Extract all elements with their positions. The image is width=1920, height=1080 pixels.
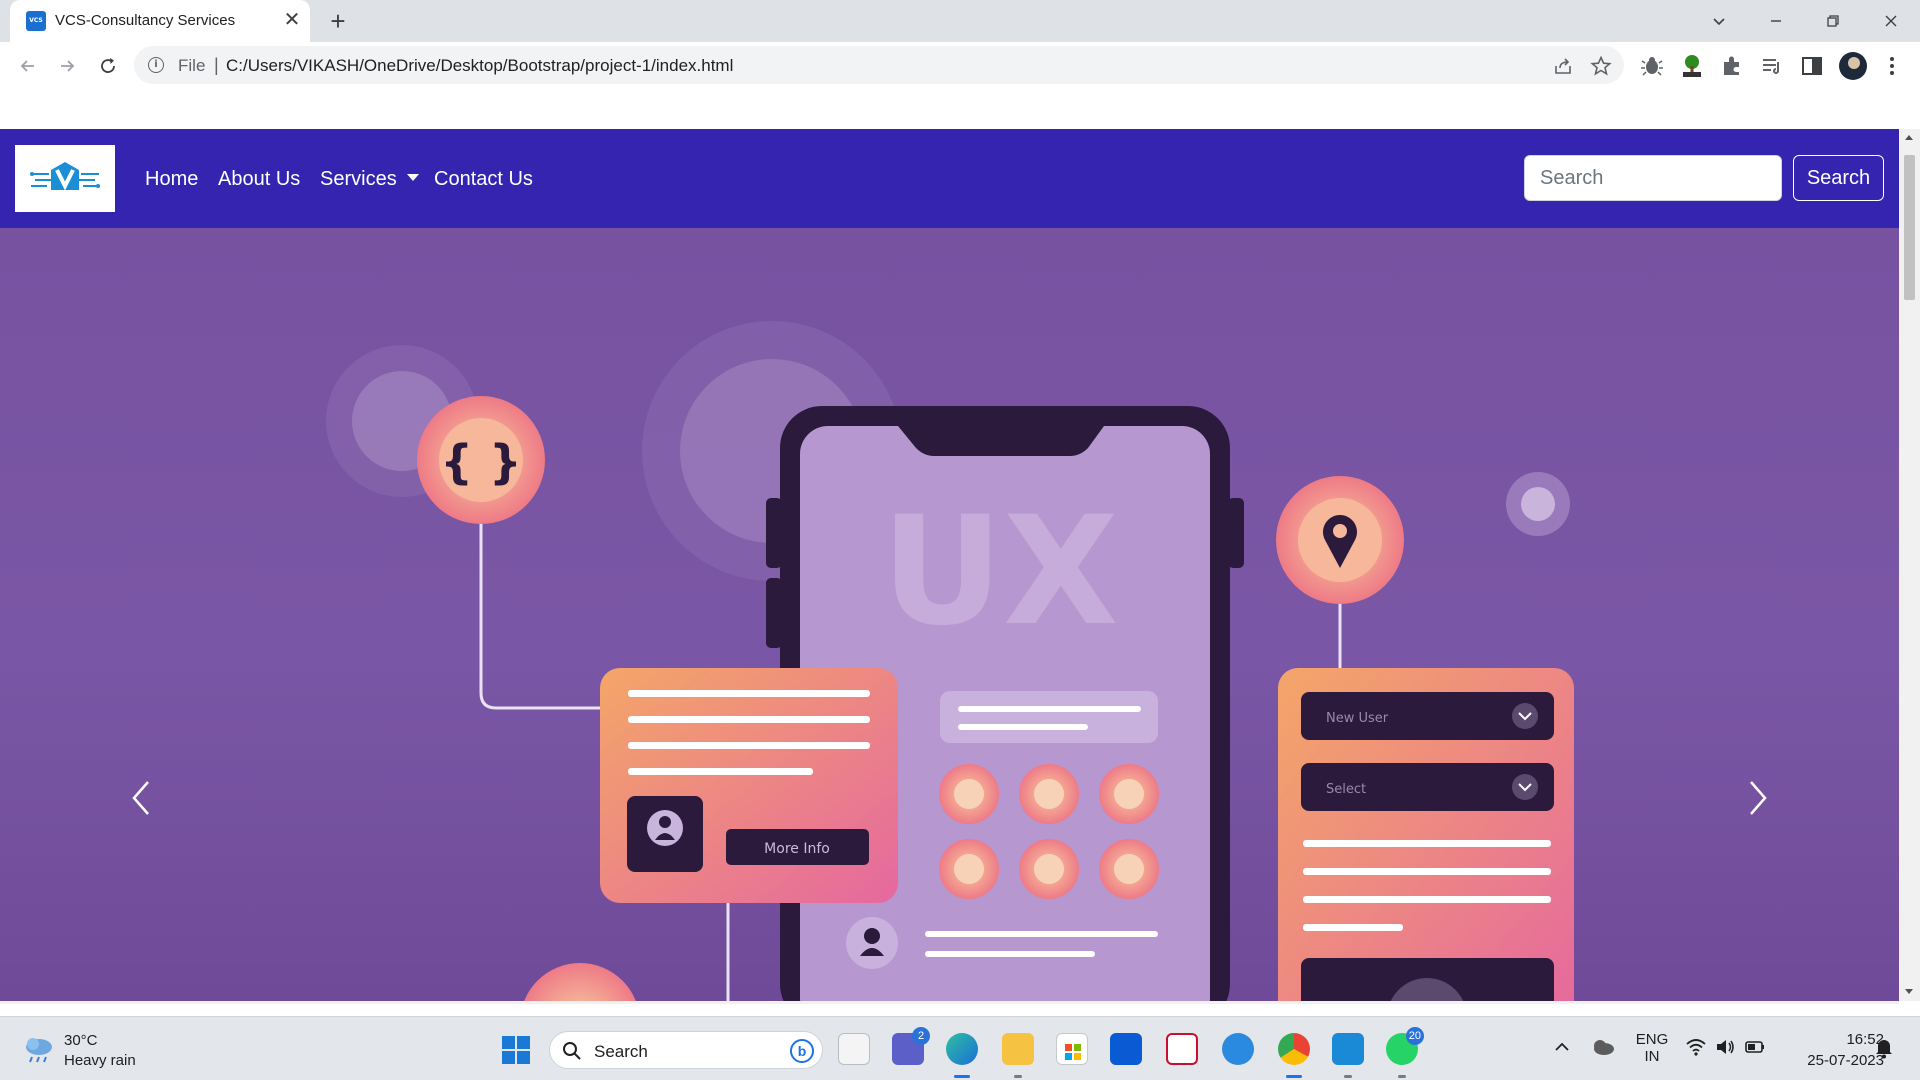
nav-link-services-label: Services — [320, 168, 397, 190]
language-code: ENG — [1635, 1031, 1669, 1048]
show-hidden-icons-chevron-icon[interactable] — [1552, 1037, 1576, 1061]
media-queue-icon[interactable] — [1760, 54, 1784, 78]
weather-condition[interactable]: Heavy rain — [64, 1052, 136, 1069]
battery-icon[interactable] — [1744, 1037, 1768, 1061]
ux-hero-text: UX — [881, 485, 1118, 659]
tab-title: VCS-Consultancy Services — [55, 12, 236, 29]
reload-icon[interactable] — [94, 52, 122, 80]
dropdown-new-user-text: New User — [1326, 711, 1389, 726]
hero-carousel: { } UX More Info New User Select — [0, 228, 1899, 1001]
taskbar-search-box[interactable]: Search b — [549, 1031, 823, 1069]
scroll-up-icon[interactable] — [1905, 135, 1913, 140]
tab-search-chevron-icon[interactable] — [1704, 6, 1734, 36]
bug-extension-icon[interactable] — [1640, 54, 1664, 78]
windows-start-icon[interactable] — [502, 1036, 530, 1064]
vscode-icon[interactable] — [1332, 1033, 1364, 1065]
address-separator: | — [214, 55, 219, 75]
myhp-icon[interactable] — [1110, 1033, 1142, 1065]
back-arrow-icon[interactable] — [14, 52, 42, 80]
bing-icon[interactable]: b — [790, 1039, 814, 1063]
microsoft-store-icon[interactable] — [1056, 1033, 1088, 1065]
nav-link-home[interactable]: Home — [145, 168, 198, 191]
notifications-icon[interactable] — [1874, 1037, 1898, 1061]
chrome-running-indicator — [1286, 1075, 1302, 1078]
scroll-down-icon[interactable] — [1905, 989, 1913, 994]
address-scheme-label: File — [178, 56, 206, 75]
wifi-icon[interactable] — [1685, 1037, 1709, 1061]
file-explorer-icon[interactable] — [1002, 1033, 1034, 1065]
browser-menu-icon[interactable] — [1880, 54, 1904, 78]
vertical-scroll-thumb[interactable] — [1904, 155, 1915, 300]
task-view-icon[interactable] — [838, 1033, 870, 1065]
edge-browser-icon[interactable] — [946, 1033, 978, 1065]
system-clock[interactable]: 16:52 25-07-2023 — [1788, 1031, 1884, 1073]
profile-avatar[interactable] — [1839, 52, 1867, 80]
teams-chat-icon[interactable]: 2 — [892, 1027, 930, 1065]
weather-rain-icon[interactable] — [22, 1035, 56, 1063]
forward-arrow-icon[interactable] — [53, 52, 81, 80]
weather-temperature[interactable]: 30°C — [64, 1032, 98, 1049]
edge-running-indicator — [954, 1075, 970, 1078]
taskbar-search-label: Search — [594, 1042, 648, 1061]
code-braces-icon: { } — [440, 435, 522, 489]
nav-link-services[interactable]: Services — [320, 168, 419, 191]
extensions-puzzle-icon[interactable] — [1720, 54, 1744, 78]
onedrive-cloud-icon[interactable] — [1590, 1037, 1614, 1061]
site-info-icon[interactable]: i — [148, 57, 164, 73]
tab-close-icon[interactable]: ✕ — [282, 10, 302, 30]
browser-toolbar: i File | C:/Users/VIKASH/OneDrive/Deskto… — [0, 42, 1920, 89]
site-navbar: Home About Us Services Contact Us Search — [0, 129, 1899, 228]
html-tree-extension-icon[interactable] — [1680, 54, 1704, 78]
dropdown-select-text: Select — [1326, 782, 1366, 797]
nav-link-contact[interactable]: Contact Us — [434, 168, 533, 191]
carousel-prev-icon[interactable] — [122, 768, 162, 828]
teams-badge: 2 — [912, 1027, 930, 1045]
share-icon[interactable] — [1552, 55, 1574, 77]
search-input[interactable] — [1524, 155, 1782, 201]
mcafee-icon[interactable] — [1166, 1033, 1198, 1065]
whatsapp-badge: 20 — [1405, 1027, 1424, 1045]
clock-date: 25-07-2023 — [1807, 1052, 1884, 1069]
bookmark-star-icon[interactable] — [1590, 55, 1612, 77]
close-window-icon[interactable] — [1876, 6, 1906, 36]
site-favicon-icon: VCS — [26, 11, 46, 31]
vertical-scrollbar[interactable] — [1899, 129, 1920, 1001]
caret-down-icon — [406, 174, 419, 181]
more-info-text: More Info — [764, 841, 830, 857]
language-indicator[interactable]: ENG IN — [1632, 1031, 1672, 1065]
vscode-running-indicator — [1344, 1075, 1352, 1078]
browser-tab-strip: VCS VCS-Consultancy Services ✕ + — [0, 0, 1920, 42]
brand-logo[interactable] — [15, 145, 115, 212]
whatsapp-icon[interactable]: 20 — [1386, 1027, 1424, 1065]
whatsapp-running-indicator — [1398, 1075, 1406, 1078]
page-viewport: Home About Us Services Contact Us Search — [0, 89, 1920, 1004]
volume-icon[interactable] — [1714, 1037, 1738, 1061]
horizontal-scrollbar[interactable] — [0, 1001, 1899, 1004]
carousel-next-icon[interactable] — [1737, 768, 1777, 828]
clock-time: 16:52 — [1846, 1031, 1884, 1048]
explorer-running-indicator — [1014, 1075, 1022, 1078]
browser-tab[interactable]: VCS VCS-Consultancy Services ✕ — [10, 0, 310, 42]
minimize-icon[interactable] — [1761, 6, 1791, 36]
chrome-icon[interactable] — [1278, 1033, 1310, 1065]
side-panel-icon[interactable] — [1800, 54, 1824, 78]
ux-illustration: { } UX More Info New User Select — [326, 321, 1574, 1001]
search-button[interactable]: Search — [1793, 155, 1884, 201]
address-bar[interactable]: i File | C:/Users/VIKASH/OneDrive/Deskto… — [134, 46, 1624, 84]
restore-icon[interactable] — [1818, 6, 1848, 36]
address-url[interactable]: C:/Users/VIKASH/OneDrive/Desktop/Bootstr… — [226, 56, 733, 76]
nav-link-about[interactable]: About Us — [218, 168, 300, 191]
get-help-icon[interactable] — [1222, 1033, 1254, 1065]
language-region: IN — [1644, 1048, 1660, 1065]
taskbar-search-icon — [563, 1042, 581, 1060]
new-tab-button[interactable]: + — [325, 8, 351, 34]
windows-taskbar: 30°C Heavy rain Search b 2 20 ENG IN 16:… — [0, 1016, 1920, 1080]
